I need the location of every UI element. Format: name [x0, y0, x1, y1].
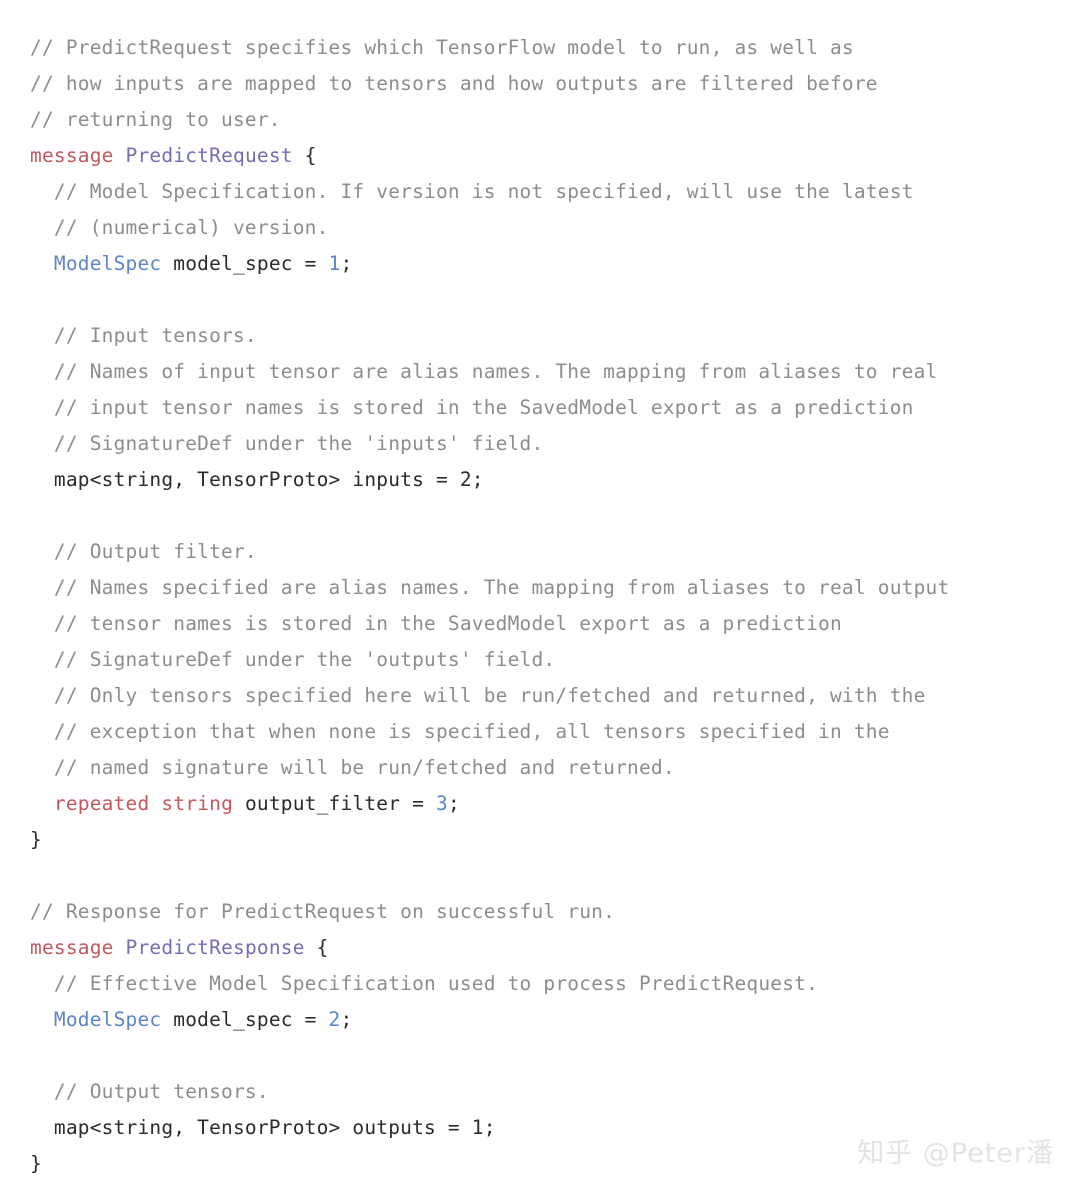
code-token-comment: // Model Specification. If version is no…	[53, 180, 914, 203]
code-line: // Output filter.	[30, 534, 1080, 570]
code-token-comment: // how inputs are mapped to tensors and …	[30, 72, 878, 95]
code-token-comment: // Effective Model Specification used to…	[53, 972, 819, 995]
code-line: map<string, TensorProto> inputs = 2;	[30, 462, 1080, 498]
code-token-comment: // exception that when none is specified…	[53, 720, 890, 743]
code-token-comment: // Output tensors.	[53, 1080, 269, 1103]
code-line: // Response for PredictRequest on succes…	[30, 894, 1080, 930]
code-line: // Input tensors.	[30, 318, 1080, 354]
code-token-type: ModelSpec	[53, 1008, 162, 1031]
code-token-keyword: message	[30, 936, 114, 959]
code-token-keyword: string	[161, 792, 234, 815]
code-token-comment: // named signature will be run/fetched a…	[53, 756, 675, 779]
code-line: // Output tensors.	[30, 1074, 1080, 1110]
code-token-number: 2	[328, 1008, 341, 1031]
code-token-punct: ;	[340, 252, 353, 275]
code-token-comment: // PredictRequest specifies which Tensor…	[30, 36, 854, 59]
code-token-comment: // Response for PredictRequest on succes…	[30, 900, 616, 923]
code-token-keyword: message	[30, 144, 114, 167]
code-token-comment: // (numerical) version.	[53, 216, 329, 239]
code-token-comment: // input tensor names is stored in the S…	[53, 396, 914, 419]
code-token-comment: // Output filter.	[53, 540, 257, 563]
code-token-plain: map<string, TensorProto> outputs = 1;	[53, 1116, 496, 1139]
code-token-typename: PredictRequest	[125, 144, 293, 167]
code-line: // Names specified are alias names. The …	[30, 570, 1080, 606]
code-token-plain: model_spec =	[161, 1008, 329, 1031]
code-line: // how inputs are mapped to tensors and …	[30, 66, 1080, 102]
code-token-punct: ;	[447, 792, 460, 815]
code-line: // named signature will be run/fetched a…	[30, 750, 1080, 786]
code-line: // input tensor names is stored in the S…	[30, 390, 1080, 426]
code-token-plain: model_spec =	[161, 252, 329, 275]
code-line: // exception that when none is specified…	[30, 714, 1080, 750]
code-token-punct: {	[304, 936, 329, 959]
code-token-punct: ;	[340, 1008, 353, 1031]
code-line: // tensor names is stored in the SavedMo…	[30, 606, 1080, 642]
code-line: // (numerical) version.	[30, 210, 1080, 246]
watermark-zhihu-peter: 知乎 @Peter潘	[857, 1138, 1054, 1169]
code-token-plain: map<string, TensorProto> inputs = 2;	[53, 468, 484, 491]
code-line: ModelSpec model_spec = 2;	[30, 1002, 1080, 1038]
code-token-type: ModelSpec	[53, 252, 162, 275]
code-line: // Names of input tensor are alias names…	[30, 354, 1080, 390]
code-line: // Only tensors specified here will be r…	[30, 678, 1080, 714]
code-token-plain: output_filter =	[233, 792, 436, 815]
code-line: // SignatureDef under the 'inputs' field…	[30, 426, 1080, 462]
code-token-comment: // SignatureDef under the 'outputs' fiel…	[53, 648, 556, 671]
code-token-comment: // SignatureDef under the 'inputs' field…	[53, 432, 544, 455]
code-token-comment: // Names specified are alias names. The …	[53, 576, 950, 599]
code-line: // SignatureDef under the 'outputs' fiel…	[30, 642, 1080, 678]
code-token-comment: // Only tensors specified here will be r…	[53, 684, 926, 707]
code-line: repeated string output_filter = 3;	[30, 786, 1080, 822]
code-token-comment: // tensor names is stored in the SavedMo…	[53, 612, 842, 635]
code-line: message PredictRequest {	[30, 138, 1080, 174]
code-token-typename: PredictResponse	[125, 936, 305, 959]
code-token-comment: // Input tensors.	[53, 324, 257, 347]
code-line: // Effective Model Specification used to…	[30, 966, 1080, 1002]
code-line: ModelSpec model_spec = 1;	[30, 246, 1080, 282]
code-token-keyword: repeated	[53, 792, 150, 815]
code-token-punct: }	[30, 828, 42, 851]
code-token-comment: // returning to user.	[30, 108, 281, 131]
code-line: // returning to user.	[30, 102, 1080, 138]
code-line: message PredictResponse {	[30, 930, 1080, 966]
code-token-number: 1	[328, 252, 341, 275]
code-token-comment: // Names of input tensor are alias names…	[53, 360, 938, 383]
code-token-number: 3	[436, 792, 448, 815]
code-line: }	[30, 822, 1080, 858]
code-line: // PredictRequest specifies which Tensor…	[30, 30, 1080, 66]
code-token-punct: }	[30, 1152, 42, 1175]
code-token-punct: {	[292, 144, 317, 167]
code-line: // Model Specification. If version is no…	[30, 174, 1080, 210]
code-listing: // PredictRequest specifies which Tensor…	[0, 0, 1080, 1182]
